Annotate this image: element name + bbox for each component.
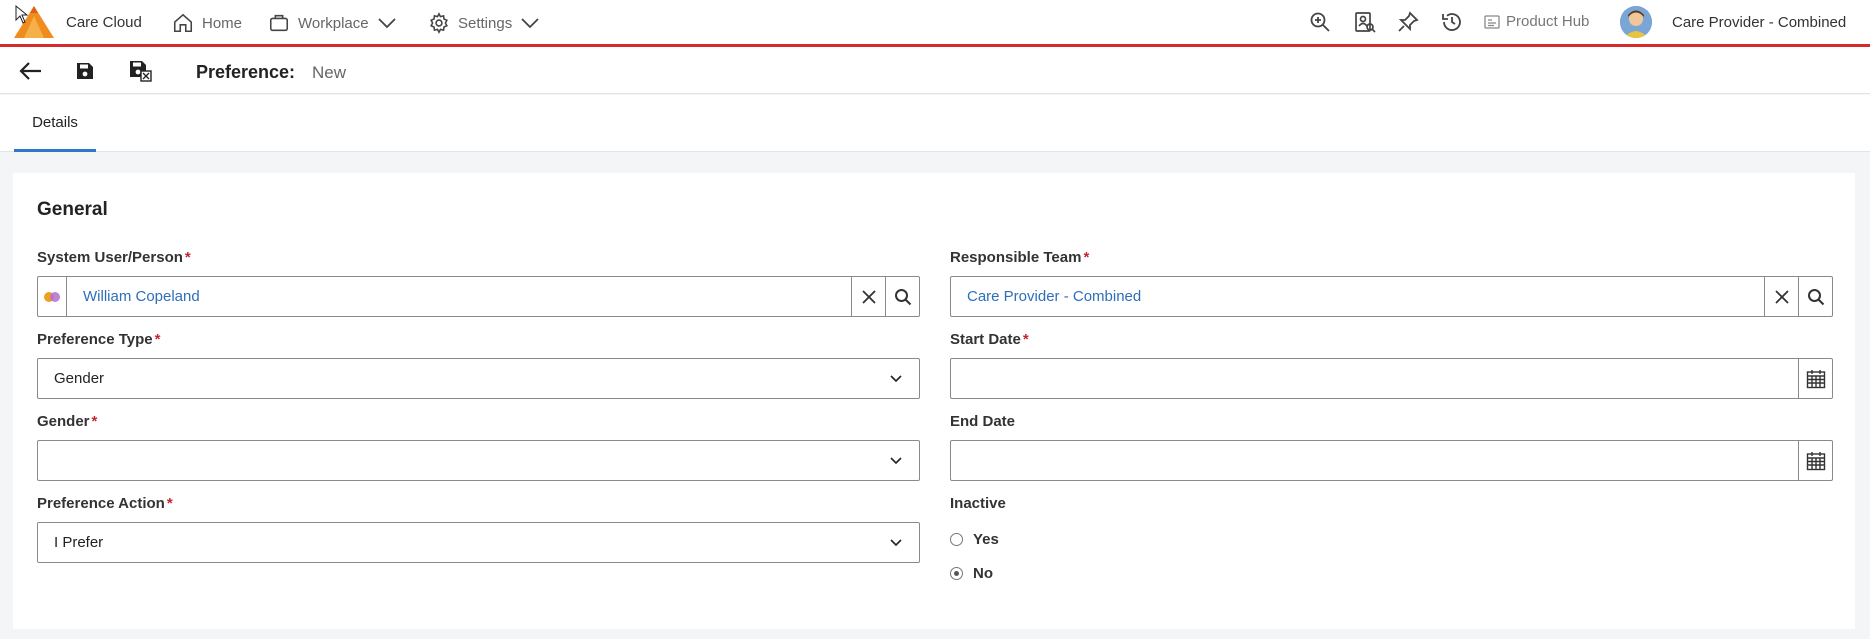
gender-select[interactable] [37,440,920,481]
preference-type-label: Preference Type * [37,331,161,348]
history-icon[interactable] [1440,10,1464,34]
care-cloud-logo[interactable] [12,4,56,40]
nav-settings[interactable]: Settings [428,10,540,36]
end-date-label: End Date [950,413,1016,430]
inactive-no-label: No [973,565,993,582]
chevron-down-icon [890,539,902,547]
product-hub-link[interactable]: Product Hub [1484,13,1589,30]
chevron-down-icon [890,457,902,465]
user-avatar-icon [1620,6,1652,38]
product-hub-label: Product Hub [1506,13,1590,30]
preference-action-select[interactable]: I Prefer [37,522,920,563]
start-date-label: Start Date * [950,331,1029,348]
responsible-team-value[interactable]: Care Provider - Combined [967,288,1141,305]
gender-label: Gender * [37,413,98,430]
preference-action-value: I Prefer [54,534,104,551]
person-search-icon[interactable] [1353,10,1377,34]
save-button[interactable] [72,59,98,83]
back-button[interactable] [18,59,44,83]
required-indicator: * [184,249,191,266]
chevron-down-icon [890,375,902,383]
zoom-in-icon[interactable] [1308,10,1332,34]
user-name[interactable]: Care Provider - Combined [1672,14,1846,31]
system-user-value[interactable]: William Copeland [83,288,200,305]
start-date-input[interactable] [950,358,1833,399]
save-icon [77,63,93,79]
gear-icon [430,12,448,34]
required-indicator: * [1022,331,1029,348]
system-user-label: System User/Person * [37,249,191,266]
nav-home-label: Home [202,14,243,32]
page-title: Preference: [196,62,296,82]
close-icon [861,289,876,304]
page-subtitle: New [312,63,347,82]
nav-home[interactable]: Home [172,10,242,36]
calendar-icon [1806,369,1825,388]
nav-workplace[interactable]: Workplace [268,10,397,36]
required-indicator: * [154,331,161,348]
clear-responsible-team-button[interactable] [1764,277,1798,316]
nav-workplace-label: Workplace [298,14,369,32]
search-responsible-team-button[interactable] [1798,277,1832,316]
required-indicator: * [91,413,98,430]
clear-system-user-button[interactable] [851,277,885,316]
briefcase-icon [269,14,289,32]
inactive-yes-option[interactable]: Yes [950,531,999,548]
section-title-general: General [37,199,108,220]
inactive-no-option[interactable]: No [950,565,993,582]
top-navigation-bar: Care Cloud Home Workplace Settings Produ… [0,0,1870,47]
save-close-icon [130,61,152,82]
responsible-team-label: Responsible Team * [950,249,1090,266]
tab-details[interactable]: Details [14,95,96,152]
end-date-picker-button[interactable] [1798,441,1832,480]
end-date-input[interactable] [950,440,1833,481]
preference-type-value: Gender [54,370,105,387]
calendar-icon [1806,451,1825,470]
preference-type-select[interactable]: Gender [37,358,920,399]
close-icon [1774,289,1789,304]
inactive-yes-label: Yes [973,531,999,548]
search-icon [1807,288,1824,305]
required-indicator: * [1083,249,1090,266]
home-icon [173,13,193,33]
inactive-label: Inactive [950,495,1006,512]
avatar[interactable] [1620,6,1652,38]
chevron-down-icon [377,18,396,29]
required-indicator: * [166,495,173,512]
inactive-yes-radio[interactable] [950,533,963,546]
nav-settings-label: Settings [458,14,513,32]
save-and-close-button[interactable] [128,59,154,83]
chevron-down-icon [521,18,539,29]
person-type-icon [38,277,67,316]
responsible-team-lookup: Care Provider - Combined [950,276,1833,317]
search-icon [894,288,911,305]
system-user-lookup: William Copeland [37,276,920,317]
inactive-no-radio[interactable] [950,567,963,580]
pin-icon[interactable] [1396,10,1420,34]
search-system-user-button[interactable] [885,277,919,316]
tab-bar: Details [0,95,1870,152]
start-date-picker-button[interactable] [1798,359,1832,398]
product-hub-icon [1484,14,1500,29]
preference-action-label: Preference Action * [37,495,173,512]
arrow-left-icon [19,62,41,80]
app-name[interactable]: Care Cloud [66,14,142,31]
